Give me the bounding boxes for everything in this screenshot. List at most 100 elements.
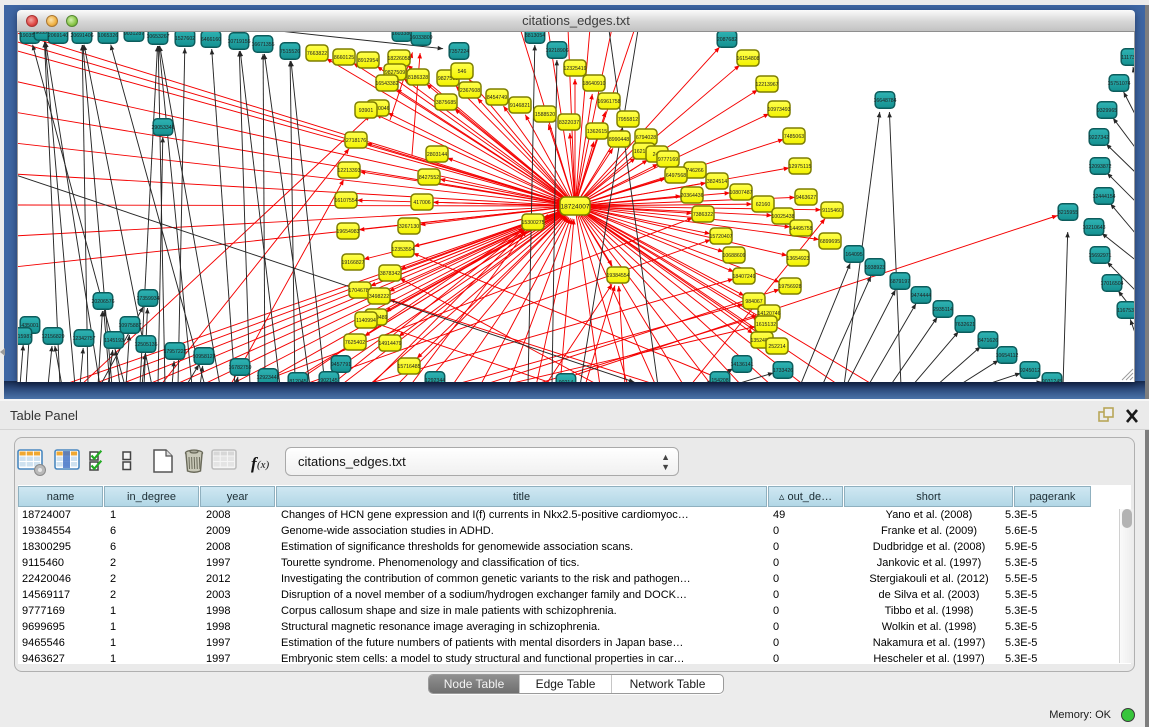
svg-text:9463627: 9463627 (796, 195, 816, 201)
svg-text:15751074: 15751074 (1107, 81, 1130, 87)
svg-text:15720407: 15720407 (709, 234, 732, 240)
svg-text:15716485: 15716485 (397, 364, 420, 370)
svg-text:2367608: 2367608 (460, 88, 480, 94)
svg-text:12093872: 12093872 (1088, 164, 1111, 170)
svg-text:10719155: 10719155 (227, 39, 250, 45)
svg-text:8813054: 8813054 (525, 33, 545, 39)
svg-text:20364436: 20364436 (680, 193, 703, 199)
svg-text:2087682: 2087682 (717, 37, 737, 43)
svg-text:(x): (x) (257, 459, 270, 471)
svg-text:1065326: 1065326 (98, 33, 118, 39)
svg-text:7632621: 7632621 (955, 322, 975, 328)
svg-text:7357224: 7357224 (449, 49, 469, 55)
svg-text:9457791: 9457791 (331, 362, 351, 368)
svg-text:3498222: 3498222 (369, 294, 389, 300)
svg-text:812045: 812045 (289, 379, 306, 382)
svg-text:62160: 62160 (756, 202, 771, 208)
svg-text:90214: 90214 (559, 380, 574, 382)
svg-text:10973493: 10973493 (767, 107, 790, 113)
svg-text:18724007: 18724007 (561, 203, 590, 210)
svg-text:3878342: 3878342 (380, 271, 400, 277)
svg-text:9329965: 9329965 (1097, 108, 1117, 114)
svg-text:19218906: 19218906 (545, 48, 568, 54)
svg-text:2935114: 2935114 (933, 307, 953, 313)
svg-text:3875685: 3875685 (436, 100, 456, 106)
svg-text:16543382: 16543382 (375, 81, 398, 87)
svg-text:16961758: 16961758 (597, 99, 620, 105)
svg-text:12353594: 12353594 (391, 247, 414, 253)
svg-text:14914479: 14914479 (378, 341, 401, 347)
svg-text:1527602: 1527602 (175, 36, 195, 42)
svg-text:8454749: 8454749 (487, 95, 507, 101)
svg-text:6466160: 6466160 (201, 37, 221, 43)
svg-text:10653267: 10653267 (146, 34, 169, 40)
svg-text:1588520: 1588520 (535, 112, 555, 118)
svg-text:10807487: 10807487 (729, 190, 752, 196)
svg-text:8186328: 8186328 (408, 75, 428, 81)
svg-text:6497568: 6497568 (666, 173, 686, 179)
svg-text:14495758: 14495758 (789, 226, 812, 232)
svg-text:2718176: 2718176 (346, 138, 366, 144)
svg-text:16782759: 16782759 (228, 365, 251, 371)
svg-text:546: 546 (458, 69, 467, 75)
svg-text:8990448: 8990448 (609, 137, 629, 143)
svg-text:12156829: 12156829 (41, 334, 64, 340)
svg-text:164095: 164095 (845, 252, 862, 258)
svg-text:19654983: 19654983 (336, 229, 359, 235)
svg-text:16033809: 16033809 (409, 35, 432, 41)
svg-text:12325419: 12325419 (563, 66, 586, 72)
svg-text:6794028: 6794028 (636, 135, 656, 141)
svg-text:10688609: 10688609 (722, 253, 745, 259)
svg-text:417006: 417006 (413, 200, 430, 206)
svg-text:6899695: 6899695 (820, 239, 840, 245)
svg-text:16107554: 16107554 (334, 198, 357, 204)
svg-text:10958127: 10958127 (192, 354, 215, 360)
svg-text:9245012: 9245012 (1020, 368, 1040, 374)
svg-text:14136141: 14136141 (730, 362, 753, 368)
svg-text:154208: 154208 (711, 378, 728, 382)
svg-text:1292344: 1292344 (425, 378, 445, 382)
svg-text:5938923: 5938923 (865, 265, 885, 271)
svg-text:18640910: 18640910 (582, 81, 605, 87)
svg-text:3915987: 3915987 (18, 334, 32, 340)
svg-text:3824514: 3824514 (707, 179, 727, 185)
svg-text:16671355: 16671355 (251, 42, 274, 48)
svg-text:1362615: 1362615 (587, 129, 607, 135)
svg-text:902145: 902145 (320, 378, 337, 382)
svg-text:2069140: 2069140 (48, 33, 68, 39)
svg-text:18226058: 18226058 (387, 56, 410, 62)
svg-text:9474444: 9474444 (911, 293, 931, 299)
svg-text:6879197: 6879197 (890, 279, 910, 285)
svg-text:9227342: 9227342 (1089, 135, 1109, 141)
svg-text:7663822: 7663822 (307, 51, 327, 57)
svg-text:8912954: 8912954 (358, 58, 378, 64)
svg-text:18407249: 18407249 (732, 274, 755, 280)
svg-text:2803144: 2803144 (427, 152, 447, 158)
svg-text:20691406: 20691406 (70, 33, 93, 39)
svg-text:12213967: 12213967 (755, 82, 778, 88)
svg-text:19756928: 19756928 (778, 284, 801, 290)
svg-text:12505135: 12505135 (134, 342, 157, 348)
svg-text:12444154: 12444154 (1092, 194, 1115, 200)
svg-text:20206576: 20206576 (91, 299, 114, 305)
svg-text:1145193: 1145193 (104, 338, 124, 344)
svg-text:12923448: 12923448 (256, 375, 279, 381)
svg-text:7955812: 7955812 (618, 117, 638, 123)
svg-text:12342757: 12342757 (72, 336, 95, 342)
svg-text:7625402: 7625402 (345, 340, 365, 346)
svg-text:16154808: 16154808 (736, 56, 759, 62)
svg-text:29053346: 29053346 (151, 125, 174, 131)
svg-text:3267130: 3267130 (399, 224, 419, 230)
svg-text:12975115: 12975115 (789, 164, 812, 170)
svg-text:17359934: 17359934 (136, 296, 159, 302)
svg-text:10025438: 10025438 (771, 214, 794, 220)
svg-text:17957225: 17957225 (163, 349, 186, 355)
svg-text:1733426: 1733426 (773, 368, 793, 374)
svg-text:9115460: 9115460 (822, 208, 842, 214)
svg-text:8660125: 8660125 (334, 55, 354, 61)
svg-text:1167534: 1167534 (1117, 308, 1135, 314)
svg-text:9777169: 9777169 (658, 157, 678, 163)
svg-text:19166827: 19166827 (341, 260, 364, 266)
svg-text:8322037: 8322037 (559, 120, 579, 126)
svg-text:746266: 746266 (686, 168, 703, 174)
